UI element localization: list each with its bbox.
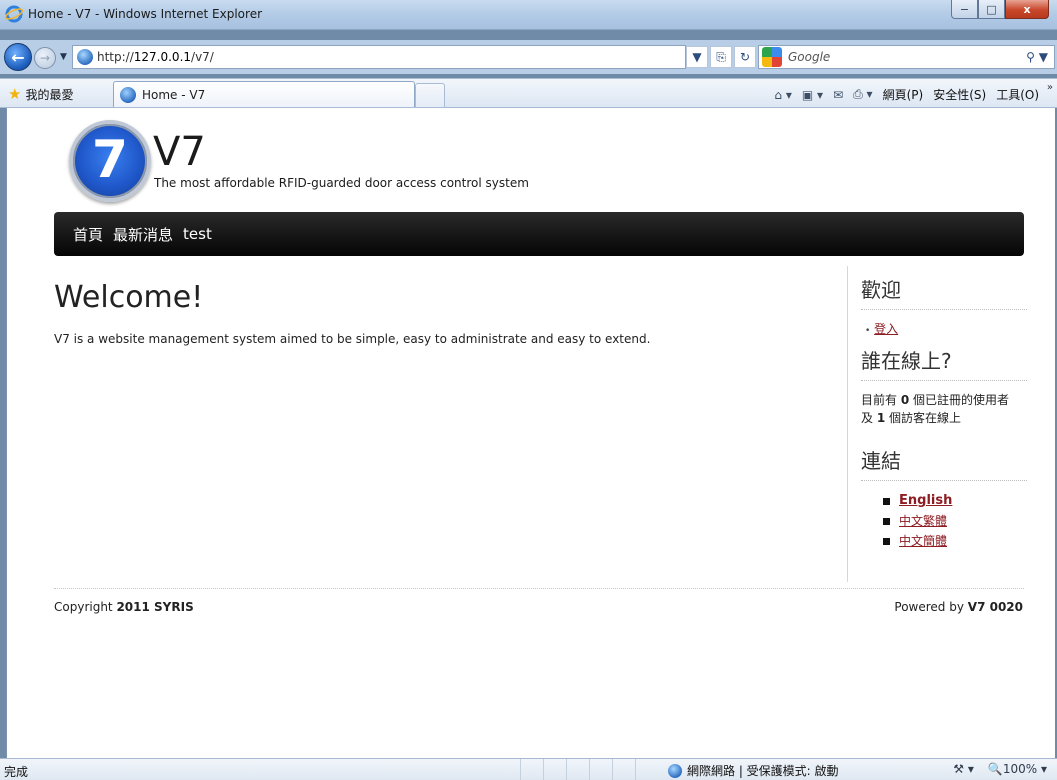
square-bullet-icon [883, 517, 890, 525]
favorites-button[interactable]: ★ 我的最愛 [8, 85, 73, 103]
status-panes [520, 759, 658, 780]
logo-text: 7 [91, 130, 129, 190]
welcome-heading: 歡迎 [861, 274, 1027, 310]
history-dropdown-icon[interactable]: ▼ [60, 52, 67, 62]
online-line2-post: 個訪客在線上 [885, 411, 962, 425]
tab-home-v7[interactable]: Home - V7 [113, 81, 415, 107]
security-zone[interactable]: 網際網路 | 受保護模式: 啟動 [668, 762, 839, 779]
tab-favicon-icon [120, 86, 136, 103]
footer-divider [54, 588, 1024, 589]
link-english[interactable]: English [899, 491, 952, 511]
online-line1-pre: 目前有 [861, 393, 901, 407]
link-traditional-chinese[interactable]: 中文繁體 [899, 511, 947, 531]
command-bar: ⌂ ▾ ▣ ▾ ✉ ⎙ ▾ 網頁(P) 安全性(S) 工具(O) » [774, 82, 1053, 103]
list-item: 中文繁體 [883, 511, 1027, 531]
links-heading: 連結 [861, 445, 1027, 481]
url-host: 127.0.0.1 [133, 50, 192, 64]
site-logo[interactable]: 7 [69, 120, 151, 202]
online-guest-count: 1 [876, 411, 886, 425]
internet-zone-icon [668, 763, 682, 778]
online-line2-pre: 及 [861, 411, 877, 425]
bullet-icon: • [865, 326, 871, 336]
nav-item-home[interactable]: 首頁 [73, 224, 103, 245]
online-registered-count: 0 [900, 393, 910, 407]
minimize-button[interactable]: − [951, 0, 978, 19]
zoom-level: 100% [1002, 762, 1038, 776]
links-list: English 中文繁體 中文簡體 [861, 491, 1027, 551]
nav-item-test[interactable]: test [183, 225, 212, 243]
sidebar-divider [847, 266, 848, 582]
url-path: /v7/ [191, 50, 214, 64]
nav-item-news[interactable]: 最新消息 [113, 224, 173, 245]
online-status: 目前有 0 個已註冊的使用者 及 1 個訪客在線上 [861, 391, 1027, 427]
square-bullet-icon [883, 537, 890, 545]
powered-prefix: Powered by [894, 600, 968, 614]
link-simplified-chinese[interactable]: 中文簡體 [899, 531, 947, 551]
feeds-icon[interactable]: ▣ ▾ [802, 88, 823, 102]
copyright-prefix: Copyright [54, 600, 117, 614]
arrow-right-icon: → [39, 51, 51, 65]
online-line1-post: 個已註冊的使用者 [909, 393, 1010, 407]
footer-powered-by: Powered by V7 0020 [894, 600, 1023, 614]
ie-logo-icon [5, 5, 23, 23]
page-title: Welcome! [54, 280, 204, 315]
site-title[interactable]: V7 [153, 132, 206, 172]
favorites-label: 我的最愛 [25, 87, 74, 102]
page-body: V7 is a website management system aimed … [54, 332, 651, 346]
favorites-tab-row: ★ 我的最愛 Home - V7 ⌂ ▾ ▣ ▾ ✉ ⎙ ▾ 網頁(P) 安全性… [0, 78, 1057, 108]
star-icon: ★ [8, 85, 22, 103]
login-item: • 登入 [861, 320, 1027, 337]
tab-title: Home - V7 [142, 87, 206, 102]
login-link[interactable]: 登入 [874, 322, 898, 336]
powered-version: V7 0020 [967, 600, 1023, 614]
back-button[interactable]: ← [4, 43, 32, 71]
mail-icon[interactable]: ✉ [833, 88, 843, 102]
list-item: English [883, 491, 1027, 511]
search-placeholder[interactable]: Google [788, 50, 830, 64]
window-controls: − □ x [951, 0, 1049, 19]
popup-blocker-icon[interactable]: ⚒ ▾ [953, 762, 974, 776]
print-icon[interactable]: ⎙ ▾ [853, 87, 872, 102]
maximize-button[interactable]: □ [978, 0, 1005, 19]
status-bar: 完成 網際網路 | 受保護模式: 啟動 ⚒ ▾ 🔍100% ▾ [0, 758, 1057, 780]
address-dropdown-icon[interactable]: ▼ [686, 46, 708, 68]
window-title: Home - V7 - Windows Internet Explorer [28, 7, 263, 21]
home-icon[interactable]: ⌂ ▾ [774, 88, 791, 102]
zoom-control[interactable]: 🔍100% ▾ [988, 762, 1047, 776]
page-viewport: 7 V7 The most affordable RFID-guarded do… [6, 108, 1055, 758]
main-nav: 首頁 最新消息 test [54, 212, 1024, 256]
zone-text: 網際網路 | 受保護模式: 啟動 [687, 764, 839, 778]
copyright-holder: 2011 SYRIS [116, 600, 194, 614]
square-bullet-icon [883, 497, 890, 505]
window-titlebar: Home - V7 - Windows Internet Explorer − … [0, 0, 1057, 30]
compatibility-view-icon[interactable]: ⎘ [710, 46, 732, 68]
page-globe-icon [77, 49, 93, 65]
forward-button[interactable]: → [34, 47, 56, 69]
new-tab-button[interactable] [415, 83, 445, 107]
magnifier-icon[interactable]: ⚲ ▼ [1026, 50, 1048, 64]
sidebar: 歡迎 • 登入 誰在線上? 目前有 0 個已註冊的使用者 及 1 個訪客在線上 … [861, 274, 1027, 551]
chevron-right-icon[interactable]: » [1047, 82, 1053, 93]
page-menu[interactable]: 網頁(P) [883, 86, 924, 103]
url-prefix: http:// [97, 50, 134, 64]
search-box[interactable]: Google ⚲ ▼ [758, 45, 1055, 69]
close-button[interactable]: x [1005, 0, 1049, 19]
address-bar[interactable]: http://127.0.0.1/v7/ [72, 45, 686, 69]
refresh-icon[interactable]: ↻ [734, 46, 756, 68]
arrow-left-icon: ← [11, 47, 25, 67]
status-text: 完成 [4, 765, 29, 779]
footer-copyright: Copyright 2011 SYRIS [54, 600, 194, 614]
site-slogan: The most affordable RFID-guarded door ac… [154, 176, 529, 190]
address-url[interactable]: http://127.0.0.1/v7/ [97, 50, 214, 64]
status-tools: ⚒ ▾ 🔍100% ▾ [953, 762, 1047, 776]
list-item: 中文簡體 [883, 531, 1027, 551]
safety-menu[interactable]: 安全性(S) [933, 86, 986, 103]
online-heading: 誰在線上? [861, 345, 1027, 381]
tools-menu[interactable]: 工具(O) [996, 86, 1039, 103]
google-logo-icon [762, 47, 782, 67]
